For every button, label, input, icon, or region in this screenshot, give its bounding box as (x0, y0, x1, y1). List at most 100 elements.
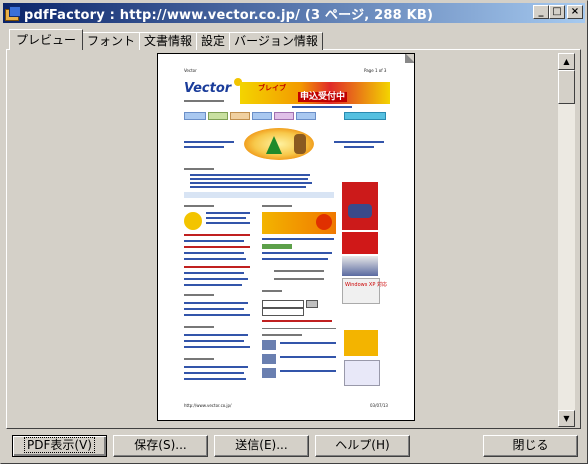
link-text (334, 141, 384, 143)
tab-settings[interactable]: 設定 (196, 32, 231, 50)
send-button[interactable]: 送信(E)... (214, 435, 309, 457)
search-input[interactable] (262, 300, 304, 308)
pdf-view-label: PDF表示(V) (24, 437, 95, 453)
article-line (184, 372, 244, 374)
tab-strip: プレビュー フォント 文書情報 設定 バージョン情報 (9, 28, 323, 50)
column-heading (184, 294, 214, 296)
article-line (206, 212, 250, 214)
article-line (184, 258, 246, 260)
search-label (262, 290, 282, 292)
logo-subtext (184, 100, 224, 102)
article-line (274, 270, 324, 272)
page-header-right: Page 1 of 3 (364, 68, 387, 73)
column-heading (262, 334, 302, 336)
column-heading (184, 358, 214, 360)
article-line (184, 340, 244, 342)
article-line (262, 252, 332, 254)
promo-line (184, 266, 250, 268)
divider (262, 328, 336, 329)
pdf-view-button[interactable]: PDF表示(V) (12, 435, 107, 457)
article-line (184, 284, 242, 286)
article-line (184, 240, 244, 242)
article-line (280, 342, 336, 344)
pdffactory-window: pdfFactory : http://www.vector.co.jp/ (3… (0, 0, 588, 464)
article-line (184, 314, 250, 316)
search-select[interactable] (262, 308, 304, 316)
page-footer-left: http://www.vector.co.jp/ (184, 403, 232, 408)
close-button[interactable]: 閉じる (483, 435, 578, 457)
ball-icon (316, 214, 332, 230)
help-button[interactable]: ヘルプ(H) (315, 435, 410, 457)
news-item (190, 178, 308, 180)
article-line (184, 378, 246, 380)
column-heading (184, 326, 214, 328)
section-tag (262, 244, 292, 249)
side-ad-sale[interactable] (342, 232, 378, 254)
close-window-button[interactable]: × (567, 5, 583, 19)
car-image (348, 204, 372, 218)
tab-document-info[interactable]: 文書情報 (139, 32, 198, 50)
vertical-scrollbar[interactable]: ▲ ▼ (558, 53, 575, 427)
banner-sub-text: ブレイブ (258, 84, 286, 92)
thumbnail-image (262, 368, 276, 378)
column-heading (262, 205, 292, 207)
promo-line (262, 320, 332, 322)
promo-line (184, 234, 250, 236)
article-line (184, 252, 244, 254)
character-icon (294, 134, 306, 154)
article-line (184, 272, 244, 274)
article-line (184, 366, 248, 368)
tab-version-info[interactable]: バージョン情報 (229, 32, 323, 50)
article-line (206, 222, 250, 224)
article-line (262, 238, 334, 240)
notice-bar (184, 192, 334, 198)
article-line (274, 278, 324, 280)
thumbnail-image (262, 354, 276, 364)
button-bar: PDF表示(V) 保存(S)... 送信(E)... ヘルプ(H) 閉じる (1, 431, 588, 461)
article-line (184, 302, 248, 304)
scroll-down-button[interactable]: ▼ (558, 410, 575, 427)
page-fold-corner (405, 54, 414, 63)
side-ad-blue[interactable] (344, 360, 380, 386)
vector-logo: Vector (184, 81, 232, 96)
title-bar[interactable]: pdfFactory : http://www.vector.co.jp/ (3… (3, 3, 585, 23)
page-header-left: Vector (184, 68, 197, 73)
promo-line (184, 246, 250, 248)
link-text (184, 146, 224, 148)
section-heading (184, 168, 214, 170)
news-item (190, 186, 306, 188)
tab-fonts[interactable]: フォント (82, 32, 141, 50)
search-button[interactable] (306, 300, 318, 308)
article-line (262, 258, 328, 260)
news-badge (184, 212, 202, 230)
news-item (190, 182, 312, 184)
article-line (206, 217, 246, 219)
window-title: pdfFactory : http://www.vector.co.jp/ (3… (24, 7, 434, 23)
link-text (344, 146, 374, 148)
news-item (190, 174, 310, 176)
pdffactory-icon (5, 5, 21, 21)
article-line (184, 308, 244, 310)
banner-caption (292, 106, 352, 108)
article-line (280, 356, 336, 358)
minimize-button[interactable]: _ (533, 5, 549, 19)
nav-bar (184, 112, 390, 120)
scroll-up-button[interactable]: ▲ (558, 53, 575, 70)
column-heading (184, 205, 214, 207)
side-ad-yellow[interactable] (344, 330, 378, 356)
banner-ad[interactable]: ブレイブ 申込受付中 (240, 82, 390, 104)
scroll-thumb[interactable] (558, 70, 575, 104)
article-line (184, 278, 248, 280)
save-button[interactable]: 保存(S)... (113, 435, 208, 457)
article-line (184, 334, 248, 336)
tree-icon (266, 136, 282, 154)
page-thumbnail[interactable]: Vector Page 1 of 3 Vector ブレイブ 申込受付中 Win… (157, 53, 415, 421)
maximize-button[interactable]: □ (549, 5, 565, 19)
page-footer-right: 03/07/13 (370, 403, 388, 408)
side-ad-windows[interactable]: Windows XP 対応 (342, 278, 387, 304)
link-text (184, 141, 234, 143)
article-line (184, 346, 250, 348)
side-ad-city[interactable] (342, 256, 378, 276)
tab-preview[interactable]: プレビュー (9, 29, 84, 50)
banner-text: 申込受付中 (298, 92, 348, 102)
